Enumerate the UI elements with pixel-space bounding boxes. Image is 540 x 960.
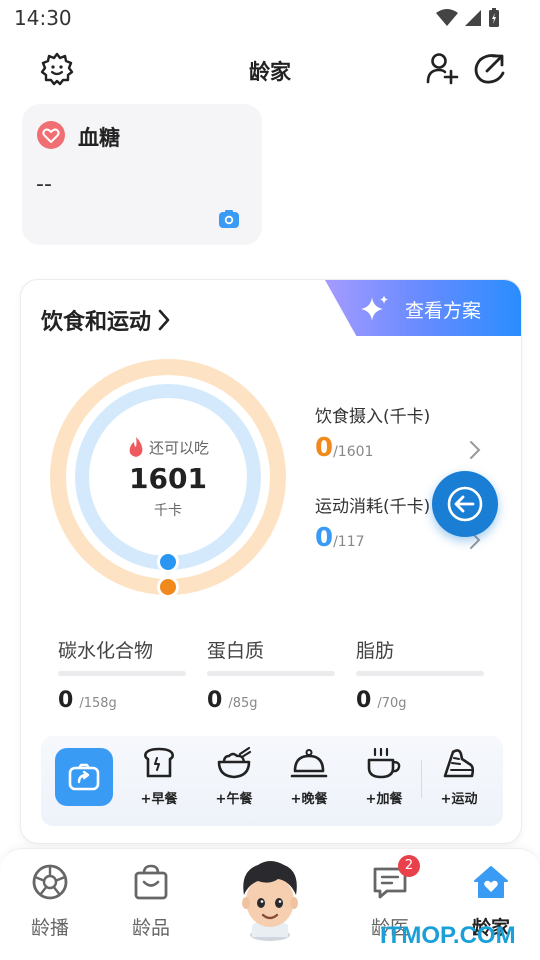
intake-chevron-icon [470, 441, 481, 459]
status-time: 14:30 [14, 6, 72, 30]
wifi-icon [436, 9, 458, 26]
share-button[interactable] [472, 50, 508, 86]
blood-sugar-value: -- [36, 172, 52, 197]
exercise-total: /117 [333, 534, 365, 550]
status-bar: 14:30 [0, 0, 540, 36]
camera-share-icon [68, 763, 100, 791]
diet-section-header[interactable]: 饮食和运动 [41, 304, 171, 336]
avatar-icon [242, 861, 298, 941]
macro-carbs: 碳水化合物 0/158g [58, 636, 188, 713]
intake-progress-dot [157, 576, 179, 598]
macro-value: 0 [58, 688, 74, 713]
macro-fat: 脂肪 0/70g [356, 636, 486, 713]
signal-icon [465, 10, 481, 26]
macro-value-row: 0/158g [58, 688, 188, 713]
shoe-icon [443, 749, 475, 778]
intake-value-row: 0/1601 [315, 433, 491, 463]
macro-name: 蛋白质 [207, 640, 265, 662]
floating-back-button[interactable] [432, 471, 498, 537]
sparkle-icon [361, 295, 388, 321]
intake-label: 饮食摄入(千卡) [315, 407, 431, 427]
exercise-value: 0 [315, 523, 334, 553]
add-user-button[interactable] [424, 50, 460, 86]
diet-exercise-card: 饮食和运动 查看方案 还可以吃 1601 千卡 饮食摄入(千卡) 0/1601 [20, 279, 522, 844]
add-snack-button[interactable]: +加餐 [354, 746, 414, 807]
calorie-ring[interactable]: 还可以吃 1601 千卡 [47, 356, 289, 598]
macro-name: 脂肪 [356, 640, 395, 662]
toast-icon [144, 747, 174, 778]
add-user-icon [426, 53, 459, 85]
bowl-icon [217, 746, 252, 779]
meal-quick-add-bar: +早餐 +午餐 +晚餐 +加餐 +运动 [41, 736, 503, 826]
macro-value-row: 0/70g [356, 688, 486, 713]
photo-record-button[interactable] [55, 748, 113, 806]
macro-protein: 蛋白质 0/85g [207, 636, 337, 713]
remaining-unit: 千卡 [154, 503, 182, 519]
macro-value-row: 0/85g [207, 688, 337, 713]
arrow-left-circle-icon [447, 486, 483, 522]
macro-total: /85g [228, 696, 258, 711]
camera-button[interactable] [218, 208, 240, 230]
intake-value: 0 [315, 433, 334, 463]
app-header: 龄家 [0, 40, 540, 100]
blood-sugar-title: 血糖 [78, 126, 120, 150]
camera-icon [219, 210, 239, 228]
meal-label: +午餐 [215, 792, 253, 807]
nav-item-shop[interactable]: 龄品 [111, 863, 191, 940]
add-breakfast-button[interactable]: +早餐 [129, 746, 189, 807]
macro-total: /70g [377, 696, 407, 711]
watermark: ITMOP.COM [380, 922, 516, 949]
cloche-icon [290, 749, 328, 778]
macro-progress-bar [207, 671, 335, 676]
meal-label: +早餐 [140, 792, 178, 807]
share-icon [474, 54, 505, 84]
intake-total: /1601 [333, 444, 374, 460]
cup-icon [367, 747, 401, 779]
add-lunch-button[interactable]: +午餐 [204, 746, 264, 807]
remaining-label: 还可以吃 [148, 438, 209, 457]
nav-item-assistant[interactable] [232, 855, 308, 941]
view-plan-label: 查看方案 [405, 300, 482, 322]
macro-name: 碳水化合物 [58, 640, 154, 662]
view-plan-button[interactable]: 查看方案 [325, 280, 521, 336]
macro-value: 0 [356, 688, 372, 713]
meal-divider [421, 760, 422, 798]
macro-value: 0 [207, 688, 223, 713]
meal-label: +运动 [440, 792, 478, 807]
add-dinner-button[interactable]: +晚餐 [279, 746, 339, 807]
intake-summary[interactable]: 饮食摄入(千卡) 0/1601 [315, 402, 491, 463]
status-icons [436, 8, 500, 28]
remaining-value: 1601 [129, 462, 207, 495]
meal-label: +晚餐 [290, 792, 328, 807]
nav-label: 龄品 [131, 917, 170, 939]
diet-title: 饮食和运动 [41, 310, 152, 335]
meal-label: +加餐 [365, 792, 403, 807]
nav-label: 龄播 [30, 917, 69, 939]
flame-icon [129, 437, 143, 457]
macro-progress-bar [58, 671, 186, 676]
battery-icon [489, 8, 499, 27]
blood-sugar-card[interactable]: 血糖 -- [22, 104, 262, 245]
chevron-right-icon [158, 309, 170, 331]
exercise-progress-dot [157, 551, 179, 573]
shopping-bag-icon [134, 864, 168, 900]
notification-badge: 2 [398, 855, 420, 877]
macro-total: /158g [79, 696, 117, 711]
heart-icon [37, 121, 65, 149]
aperture-icon [32, 864, 68, 900]
macro-progress-bar [356, 671, 484, 676]
nav-item-broadcast[interactable]: 龄播 [10, 863, 90, 940]
add-exercise-button[interactable]: +运动 [429, 746, 489, 807]
home-heart-icon [474, 866, 508, 898]
